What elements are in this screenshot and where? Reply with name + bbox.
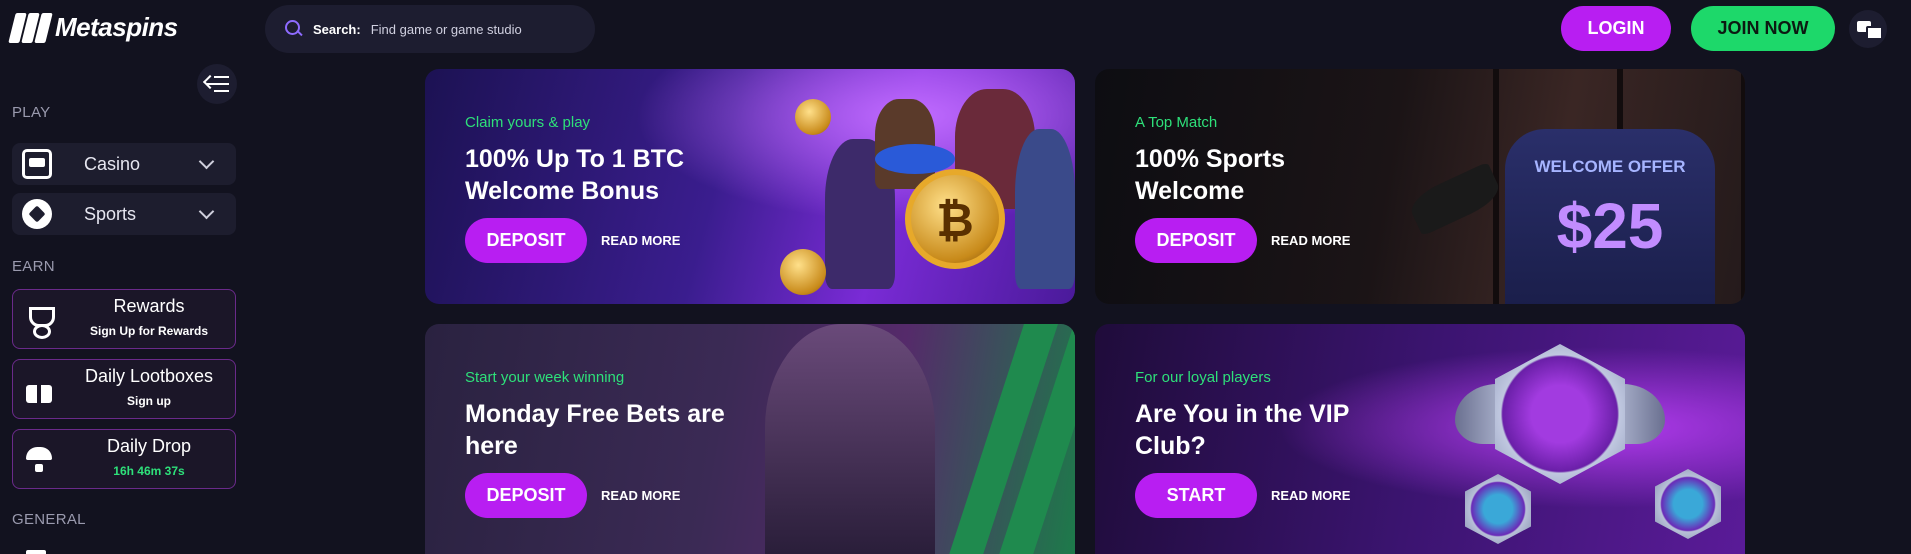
search-input[interactable] xyxy=(370,21,571,37)
section-title-general: GENERAL xyxy=(12,511,86,528)
deposit-button[interactable]: DEPOSIT xyxy=(465,473,587,518)
promo-title: Monday Free Bets are here xyxy=(465,400,725,460)
jersey-art: WELCOME OFFER $25 xyxy=(1505,129,1715,304)
search-bar[interactable]: Search: xyxy=(265,5,595,53)
promo-title: 100% Sports Welcome xyxy=(1135,145,1286,205)
earn-card-title: Rewards xyxy=(113,296,185,316)
gift-icon xyxy=(26,377,52,403)
sidebar: PLAY Casino Sports EARN Rewards Sign Up … xyxy=(0,58,248,554)
earn-card-daily-drop[interactable]: Daily Drop 16h 46m 37s xyxy=(12,429,236,489)
sidebar-item-casino[interactable]: Casino xyxy=(12,143,236,185)
promo-card-monday-free-bets[interactable]: Start your week winning Monday Free Bets… xyxy=(425,324,1075,554)
deposit-button[interactable]: DEPOSIT xyxy=(465,218,587,263)
promo-tag: Claim yours & play xyxy=(465,114,591,131)
football-player-art xyxy=(765,324,935,554)
section-title-earn: EARN xyxy=(12,258,55,275)
earn-card-subtitle: Sign Up for Rewards xyxy=(89,324,208,338)
gold-coin-icon xyxy=(795,99,831,135)
logo-text: Metaspins xyxy=(55,12,178,42)
chat-icon[interactable] xyxy=(1849,10,1887,48)
promo-tag: A Top Match xyxy=(1135,114,1218,131)
join-now-button[interactable]: JOIN NOW xyxy=(1691,6,1835,51)
earn-card-subtitle: Sign up xyxy=(127,394,171,408)
earn-card-rewards[interactable]: Rewards Sign Up for Rewards xyxy=(12,289,236,349)
login-button[interactable]: LOGIN xyxy=(1561,6,1671,51)
sidebar-item-sports[interactable]: Sports xyxy=(12,193,236,235)
countdown-timer: 16h 46m 37s xyxy=(113,464,185,478)
jersey-welcome-offer-text: WELCOME OFFER xyxy=(1534,157,1686,176)
general-item-icon xyxy=(26,550,46,554)
search-label: Search: xyxy=(313,21,361,37)
chevron-down-icon[interactable] xyxy=(198,153,215,169)
deposit-button[interactable]: DEPOSIT xyxy=(1135,218,1257,263)
top-bar: Metaspins Search: LOGIN JOIN NOW xyxy=(0,0,1911,58)
section-title-play: PLAY xyxy=(12,104,51,121)
read-more-link[interactable]: READ MORE xyxy=(601,233,680,248)
bitcoin-coin-icon: ₿ xyxy=(905,169,1005,269)
earn-card-title: Daily Drop xyxy=(106,436,192,456)
parachute-icon xyxy=(26,447,52,473)
sidebar-item-label: Sports xyxy=(84,203,137,224)
search-icon xyxy=(285,20,303,38)
trophy-icon xyxy=(26,307,55,339)
promo-card-vip-club[interactable]: For our loyal players Are You in the VIP… xyxy=(1095,324,1745,554)
soccer-ball-icon xyxy=(22,199,52,229)
logo[interactable]: Metaspins xyxy=(8,12,178,43)
earn-card-daily-lootboxes[interactable]: Daily Lootboxes Sign up xyxy=(12,359,236,419)
start-button[interactable]: START xyxy=(1135,473,1257,518)
star-badge-icon xyxy=(1465,474,1531,544)
chevron-down-icon[interactable] xyxy=(198,203,215,219)
jersey-amount-text: $25 xyxy=(1556,190,1664,262)
collapse-sidebar-icon[interactable] xyxy=(197,64,237,104)
promo-tag: For our loyal players xyxy=(1135,369,1271,386)
sidebar-item-label: Casino xyxy=(84,153,141,174)
vip-star-badge-icon xyxy=(1495,344,1625,484)
star-badge-icon xyxy=(1655,469,1721,539)
gold-coin-icon xyxy=(780,249,826,295)
logo-mark-icon xyxy=(8,12,53,43)
earn-card-title: Daily Lootboxes xyxy=(84,366,214,386)
read-more-link[interactable]: READ MORE xyxy=(601,488,680,503)
read-more-link[interactable]: READ MORE xyxy=(1271,233,1350,248)
promo-tag: Start your week winning xyxy=(465,369,625,386)
slot-machine-icon xyxy=(22,149,52,179)
character-art xyxy=(1015,129,1075,289)
promo-title: 100% Up To 1 BTC Welcome Bonus xyxy=(465,145,685,205)
promo-card-sports-welcome[interactable]: WELCOME OFFER $25 A Top Match 100% Sport… xyxy=(1095,69,1745,304)
read-more-link[interactable]: READ MORE xyxy=(1271,488,1350,503)
promo-card-btc-welcome[interactable]: ₿ Claim yours & play 100% Up To 1 BTC We… xyxy=(425,69,1075,304)
promo-title: Are You in the VIP Club? xyxy=(1135,400,1349,460)
